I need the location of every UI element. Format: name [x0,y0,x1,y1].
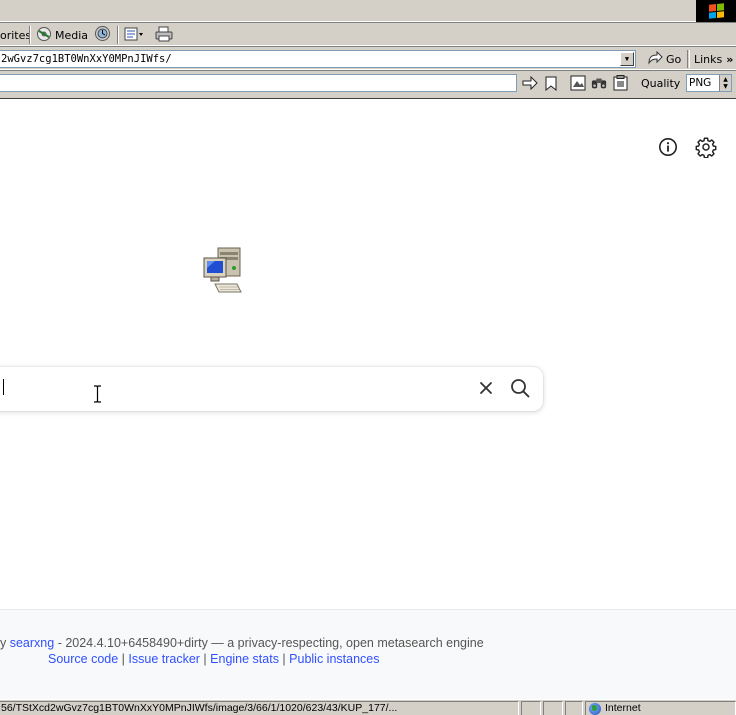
security-zone: Internet [585,701,736,715]
go-arrow-icon [647,50,663,68]
binoculars-icon[interactable] [591,75,607,91]
status-cell [521,701,541,715]
extension-icons [522,74,628,92]
computer-logo-icon [201,246,247,298]
globe-icon [589,702,601,715]
footer-separator: | [118,652,129,666]
browser-chrome: orites Media 2wGvz7cg1BT0WnXxY0MPnJIWfs/… [0,0,736,99]
search-icon [510,378,530,401]
search-input[interactable]: S [0,379,4,399]
spinner-down-icon: ▼ [723,83,728,90]
mail-button[interactable] [124,26,144,44]
status-cell [543,701,563,715]
search-submit-button[interactable] [509,378,531,400]
searxng-page: S y searxng - 2024.4.10+6458490+dirty — … [0,100,736,699]
forward-arrow-icon[interactable] [522,75,538,91]
footer-version-text: - 2024.4.10+6458490+dirty — a privacy-re… [54,636,484,650]
address-field[interactable]: 2wGvz7cg1BT0WnXxY0MPnJIWfs/ ▼ [0,50,636,68]
quality-value: PNG [689,77,712,89]
bookmark-icon[interactable] [543,75,559,91]
ibeam-cursor-icon [93,385,102,403]
address-toolbar: 2wGvz7cg1BT0WnXxY0MPnJIWfs/ ▼ Go Links » [0,46,736,70]
about-button[interactable] [658,137,678,160]
status-cell [565,701,583,715]
quality-spinner[interactable]: ▲ ▼ [719,75,731,91]
gear-icon [695,136,717,161]
top-right-actions [658,136,717,161]
search-box[interactable]: S [0,367,543,411]
clear-search-button[interactable] [476,379,496,399]
issue-tracker-link[interactable]: Issue tracker [128,652,200,666]
quality-label: Quality [641,76,681,90]
status-bar: 56/TStXcd2wGvz7cg1BT0WnXxY0MPnJIWfs/imag… [0,699,736,715]
source-code-link[interactable]: Source code [48,652,118,666]
media-label: Media [55,28,89,42]
favorites-label: orites [0,28,32,42]
quality-select[interactable]: PNG ▲ ▼ [686,74,732,92]
links-label: Links [694,52,723,66]
clipboard-icon[interactable] [612,75,628,91]
spinner-up-icon: ▲ [723,76,728,83]
address-dropdown-button[interactable]: ▼ [620,52,634,66]
engine-stats-link[interactable]: Engine stats [210,652,279,666]
links-chevron-icon: » [726,52,734,66]
footer-powered-by: y searxng - 2024.4.10+6458490+dirty — a … [0,636,484,650]
go-label: Go [666,52,682,66]
links-button[interactable]: Links » [687,50,733,68]
chevron-down-icon: ▼ [624,55,630,63]
address-url: 2wGvz7cg1BT0WnXxY0MPnJIWfs/ [1,53,172,65]
page-footer: y searxng - 2024.4.10+6458490+dirty — a … [0,609,736,699]
preferences-button[interactable] [695,136,717,161]
windows-logo-icon [696,0,736,22]
search-query: S [0,380,1,397]
extension-toolbar: Quality PNG ▲ ▼ [0,70,736,99]
zone-label: Internet [605,702,641,714]
go-button[interactable]: Go [647,50,681,68]
footer-links: Source code | Issue tracker | Engine sta… [48,652,379,666]
favorites-button[interactable]: orites [0,26,31,44]
footer-separator: | [199,652,211,666]
history-button[interactable] [94,26,111,44]
image-icon[interactable] [570,75,586,91]
info-icon [658,137,678,160]
mail-icon [124,26,144,45]
standard-toolbar: orites Media [0,22,736,46]
toolbar-separator [29,26,31,44]
public-instances-link[interactable]: Public instances [289,652,379,666]
toolbar-separator [117,26,119,44]
close-icon [479,381,493,398]
status-url-text: 56/TStXcd2wGvz7cg1BT0WnXxY0MPnJIWfs/imag… [0,701,519,715]
footer-prefix: y [0,636,10,650]
history-icon [94,25,111,45]
print-button[interactable] [155,26,173,44]
media-button[interactable]: Media [36,26,88,44]
searxng-link[interactable]: searxng [10,636,54,650]
printer-icon [155,26,173,45]
media-icon [36,26,52,45]
text-caret [2,379,4,395]
menu-bar [0,0,736,22]
footer-separator: | [278,652,290,666]
toolbar-text-field[interactable] [0,74,517,92]
